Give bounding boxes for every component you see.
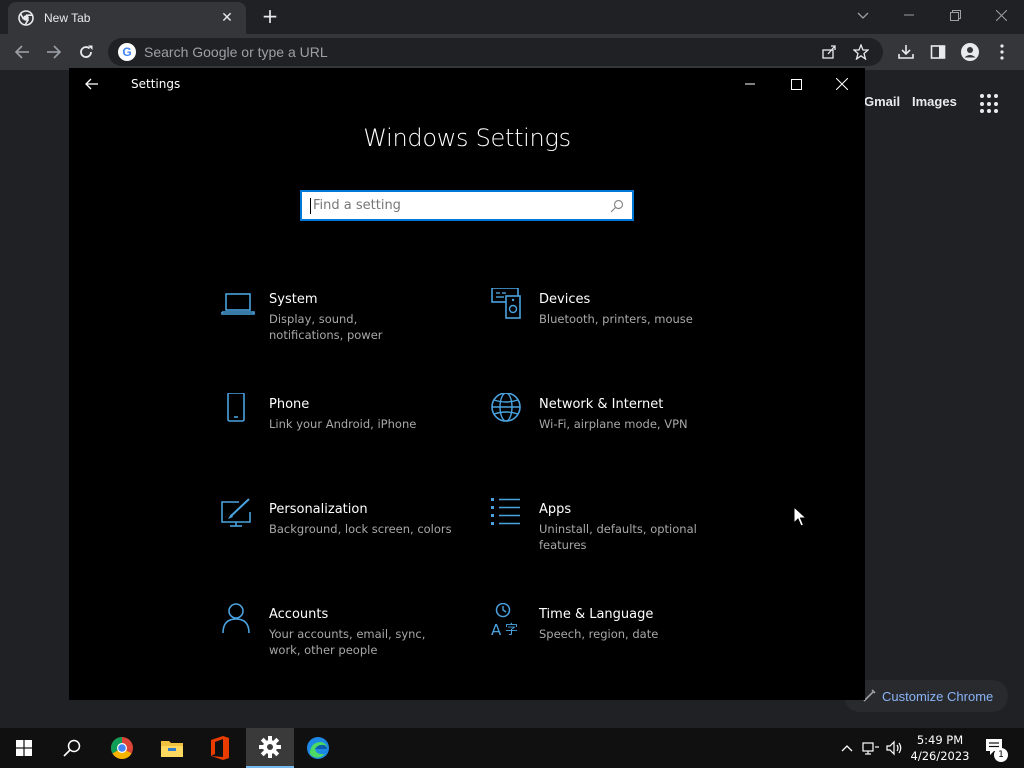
google-apps-icon[interactable] xyxy=(980,94,1000,114)
svg-text:A: A xyxy=(491,621,502,639)
tab-search-chevron-icon[interactable] xyxy=(852,6,874,26)
category-name: Devices xyxy=(539,292,591,307)
category-name: Apps xyxy=(539,502,572,517)
reload-icon[interactable] xyxy=(74,40,98,64)
settings-close-button[interactable] xyxy=(819,68,865,100)
taskbar-settings[interactable] xyxy=(246,728,294,768)
category-network-internet[interactable]: Network & Internet Wi-Fi, airplane mode,… xyxy=(489,393,729,463)
category-description: Display, sound, notifications, power xyxy=(269,312,383,342)
network-icon[interactable] xyxy=(860,728,882,768)
gear-icon xyxy=(259,736,281,758)
find-setting-input[interactable] xyxy=(313,198,610,213)
category-accounts[interactable]: Accounts Your accounts, email, sync, wor… xyxy=(219,603,459,673)
category-personalization[interactable]: Personalization Background, lock screen,… xyxy=(219,498,459,568)
settings-back-arrow-icon[interactable] xyxy=(81,74,103,94)
category-description: Bluetooth, printers, mouse xyxy=(539,312,693,326)
windows-taskbar: 5:49 PM 4/26/2023 1 xyxy=(0,728,1024,768)
download-icon[interactable] xyxy=(894,40,918,64)
bookmark-star-icon[interactable] xyxy=(849,40,873,64)
side-panel-icon[interactable] xyxy=(926,40,950,64)
customize-chrome-button[interactable]: Customize Chrome xyxy=(844,680,1008,712)
tab-close-icon[interactable]: ✕ xyxy=(218,10,236,26)
globe-icon xyxy=(491,393,521,422)
images-link[interactable]: Images xyxy=(912,94,957,109)
profile-avatar-icon[interactable] xyxy=(958,40,982,64)
category-name: Phone xyxy=(269,397,310,412)
category-time-language[interactable]: A 字 Time & Language Speech, region, date xyxy=(489,603,729,673)
tab-new-tab[interactable]: New Tab ✕ xyxy=(8,2,246,34)
chrome-restore-button[interactable] xyxy=(932,0,978,30)
settings-window-title: Settings xyxy=(131,77,181,91)
start-button[interactable] xyxy=(0,728,48,768)
chrome-close-button[interactable] xyxy=(978,0,1024,30)
chrome-toolbar: G Search Google or type a URL xyxy=(0,34,1024,70)
time-language-icon: A 字 xyxy=(491,603,518,639)
folder-icon xyxy=(161,741,183,757)
search-icon xyxy=(63,739,81,757)
category-description: Background, lock screen, colors xyxy=(269,522,452,536)
share-icon[interactable] xyxy=(817,40,841,64)
category-name: Accounts xyxy=(269,607,329,622)
category-name: Time & Language xyxy=(539,607,654,622)
chrome-icon xyxy=(18,10,34,26)
category-name: Network & Internet xyxy=(539,397,664,412)
category-description: Wi-Fi, airplane mode, VPN xyxy=(539,417,688,431)
tab-title: New Tab xyxy=(44,11,91,25)
chrome-icon xyxy=(111,737,133,759)
forward-arrow-icon[interactable] xyxy=(42,40,66,64)
svg-text:字: 字 xyxy=(505,623,518,638)
category-phone[interactable]: Phone Link your Android, iPhone xyxy=(219,393,459,463)
page-title: Windows Settings xyxy=(363,124,571,152)
person-icon xyxy=(222,603,250,634)
apps-list-icon xyxy=(491,498,520,525)
customize-chrome-label: Customize Chrome xyxy=(882,688,994,704)
personalization-icon xyxy=(221,498,251,527)
taskbar-office[interactable] xyxy=(196,728,244,768)
category-name: Personalization xyxy=(269,502,368,517)
taskbar-file-explorer[interactable] xyxy=(148,728,196,768)
taskbar-edge[interactable] xyxy=(294,728,342,768)
new-tab-button[interactable]: + xyxy=(259,6,281,28)
category-devices[interactable]: Devices Bluetooth, printers, mouse xyxy=(489,288,729,358)
volume-icon[interactable] xyxy=(884,728,906,768)
windows-logo-icon xyxy=(16,740,32,756)
clock-time: 5:49 PM xyxy=(916,733,964,747)
taskbar-search-button[interactable] xyxy=(48,728,96,768)
phone-icon xyxy=(227,393,245,422)
chrome-menu-icon[interactable] xyxy=(990,40,1014,64)
taskbar-clock[interactable]: 5:49 PM 4/26/2023 xyxy=(906,732,974,764)
category-apps[interactable]: Apps Uninstall, defaults, optional featu… xyxy=(489,498,729,568)
chrome-tab-bar: New Tab ✕ + xyxy=(0,0,1024,34)
mouse-cursor-icon xyxy=(793,506,807,527)
clock-date: 4/26/2023 xyxy=(910,749,970,763)
settings-window: Settings Windows Settings System Display… xyxy=(69,68,865,700)
settings-maximize-button[interactable] xyxy=(773,68,819,100)
category-description: Your accounts, email, sync, work, other … xyxy=(269,627,426,657)
taskbar-chrome[interactable] xyxy=(98,728,146,768)
category-system[interactable]: System Display, sound, notifications, po… xyxy=(219,288,459,358)
search-icon[interactable] xyxy=(610,199,624,213)
settings-title-bar: Settings xyxy=(69,68,865,100)
settings-minimize-button[interactable] xyxy=(727,68,773,100)
category-description: Link your Android, iPhone xyxy=(269,417,417,431)
office-icon xyxy=(211,736,229,760)
edge-icon xyxy=(307,737,329,759)
google-g-icon: G xyxy=(118,43,136,61)
back-arrow-icon[interactable] xyxy=(10,40,34,64)
category-description: Uninstall, defaults, optional features xyxy=(539,522,697,552)
chrome-minimize-button[interactable] xyxy=(886,0,932,30)
notification-count-badge: 1 xyxy=(994,748,1008,762)
gmail-link[interactable]: Gmail xyxy=(864,94,900,109)
show-hidden-icons-chevron-icon[interactable] xyxy=(838,728,856,768)
category-description: Speech, region, date xyxy=(539,627,659,641)
category-name: System xyxy=(269,292,318,307)
text-caret xyxy=(310,197,311,214)
omnibox-placeholder: Search Google or type a URL xyxy=(144,44,328,60)
find-setting-search-box[interactable] xyxy=(300,190,634,221)
devices-icon xyxy=(491,288,521,319)
omnibox[interactable]: G Search Google or type a URL xyxy=(108,38,883,66)
laptop-icon xyxy=(221,293,255,315)
